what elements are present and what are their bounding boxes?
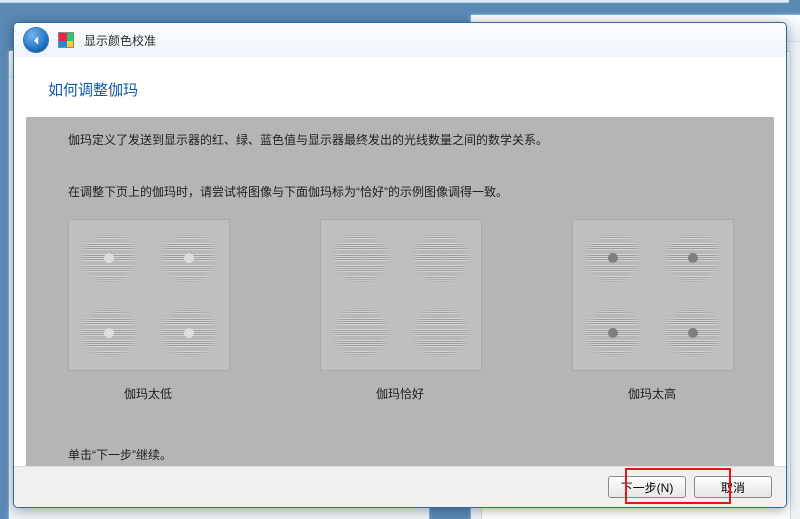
example-gamma-low: 伽玛太低 xyxy=(68,219,228,402)
wizard-window: 显示颜色校准 如何调整伽玛 伽玛定义了发送到显示器的红、绿、蓝色值与显示器最终发… xyxy=(13,22,787,508)
page-heading: 如何调整伽玛 xyxy=(48,79,786,100)
example-gamma-good: 伽玛恰好 xyxy=(320,219,480,402)
continue-hint: 单击“下一步”继续。 xyxy=(68,446,172,463)
gamma-examples: 伽玛太低 伽玛恰好 xyxy=(68,219,732,402)
app-icon xyxy=(58,32,74,48)
example-label-low: 伽玛太低 xyxy=(68,385,228,402)
next-button[interactable]: 下一步(N) xyxy=(608,476,686,498)
window-titlebar: ✕ xyxy=(0,0,789,3)
app-title: 显示颜色校准 xyxy=(84,32,156,49)
sample-image-low xyxy=(68,219,230,371)
back-button[interactable] xyxy=(24,28,48,52)
example-label-high: 伽玛太高 xyxy=(572,385,732,402)
example-label-good: 伽玛恰好 xyxy=(320,385,480,402)
sample-image-good xyxy=(320,219,482,371)
cancel-button[interactable]: 取消 xyxy=(694,476,772,498)
back-arrow-icon xyxy=(30,34,43,47)
instruction-panel: 伽玛定义了发送到显示器的红、绿、蓝色值与显示器最终发出的光线数量之间的数学关系。… xyxy=(26,117,774,467)
paragraph-gamma-definition: 伽玛定义了发送到显示器的红、绿、蓝色值与显示器最终发出的光线数量之间的数学关系。 xyxy=(68,131,732,149)
paragraph-adjust-instruction: 在调整下页上的伽玛时，请尝试将图像与下面伽玛标为“恰好”的示例图像调得一致。 xyxy=(68,183,732,201)
sample-image-high xyxy=(572,219,734,371)
wizard-header: 显示颜色校准 xyxy=(14,23,786,58)
example-gamma-high: 伽玛太高 xyxy=(572,219,732,402)
wizard-footer: 下一步(N) 取消 xyxy=(14,466,786,507)
wizard-content: 如何调整伽玛 伽玛定义了发送到显示器的红、绿、蓝色值与显示器最终发出的光线数量之… xyxy=(14,57,786,467)
